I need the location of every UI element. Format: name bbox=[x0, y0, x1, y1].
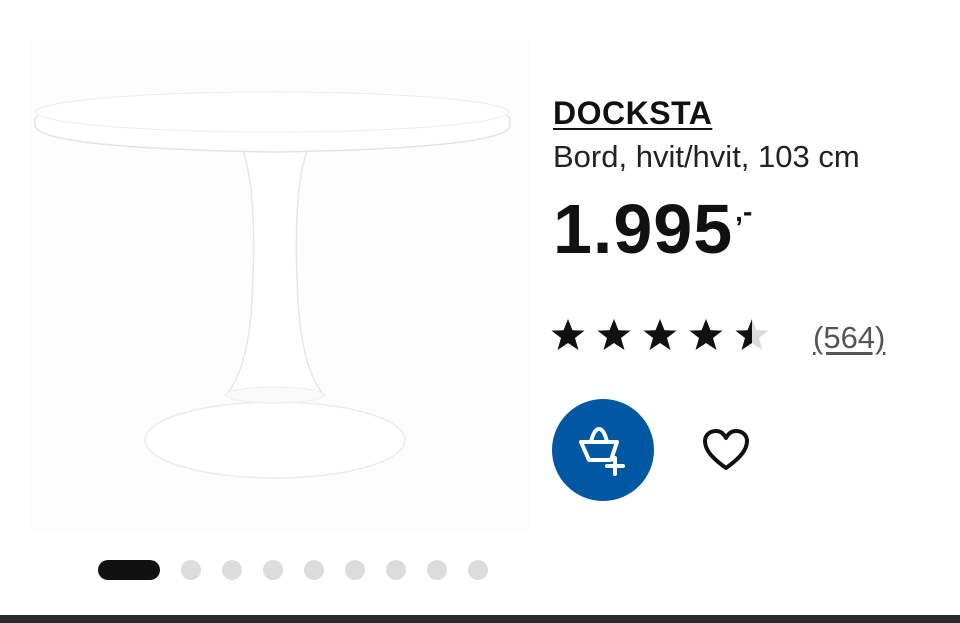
table-illustration bbox=[34, 91, 511, 479]
star-icon bbox=[735, 319, 769, 350]
product-name[interactable]: DOCKSTA bbox=[553, 92, 712, 134]
carousel-dot[interactable] bbox=[181, 560, 201, 580]
bottom-bar bbox=[0, 615, 960, 623]
add-to-cart-icon bbox=[579, 426, 625, 476]
image-carousel-dots bbox=[98, 560, 509, 580]
carousel-dot[interactable] bbox=[345, 560, 365, 580]
star-icon bbox=[597, 319, 631, 350]
add-to-favourites-button[interactable] bbox=[695, 419, 757, 481]
star-icon bbox=[643, 319, 677, 350]
product-description: Bord, hvit/hvit, 103 cm bbox=[553, 139, 860, 174]
carousel-dot[interactable] bbox=[222, 560, 242, 580]
star-icon bbox=[689, 319, 723, 350]
carousel-dot[interactable] bbox=[263, 560, 283, 580]
product-price: 1.995 ,- bbox=[553, 194, 953, 264]
carousel-dot[interactable] bbox=[386, 560, 406, 580]
star-icon bbox=[551, 319, 585, 350]
rating-stars bbox=[551, 318, 781, 357]
carousel-dot[interactable] bbox=[468, 560, 488, 580]
rating[interactable]: (564) bbox=[551, 318, 885, 357]
carousel-dot-active[interactable] bbox=[98, 560, 160, 580]
product-image[interactable] bbox=[30, 40, 530, 530]
product-info: DOCKSTA Bord, hvit/hvit, 103 cm 1.995 ,- bbox=[553, 92, 953, 264]
heart-icon bbox=[703, 429, 749, 470]
carousel-dot[interactable] bbox=[427, 560, 447, 580]
add-to-cart-button[interactable] bbox=[552, 399, 654, 501]
carousel-dot[interactable] bbox=[304, 560, 324, 580]
price-suffix: ,- bbox=[735, 196, 753, 227]
review-count-link[interactable]: (564) bbox=[813, 320, 885, 356]
price-value: 1.995 bbox=[553, 190, 734, 268]
